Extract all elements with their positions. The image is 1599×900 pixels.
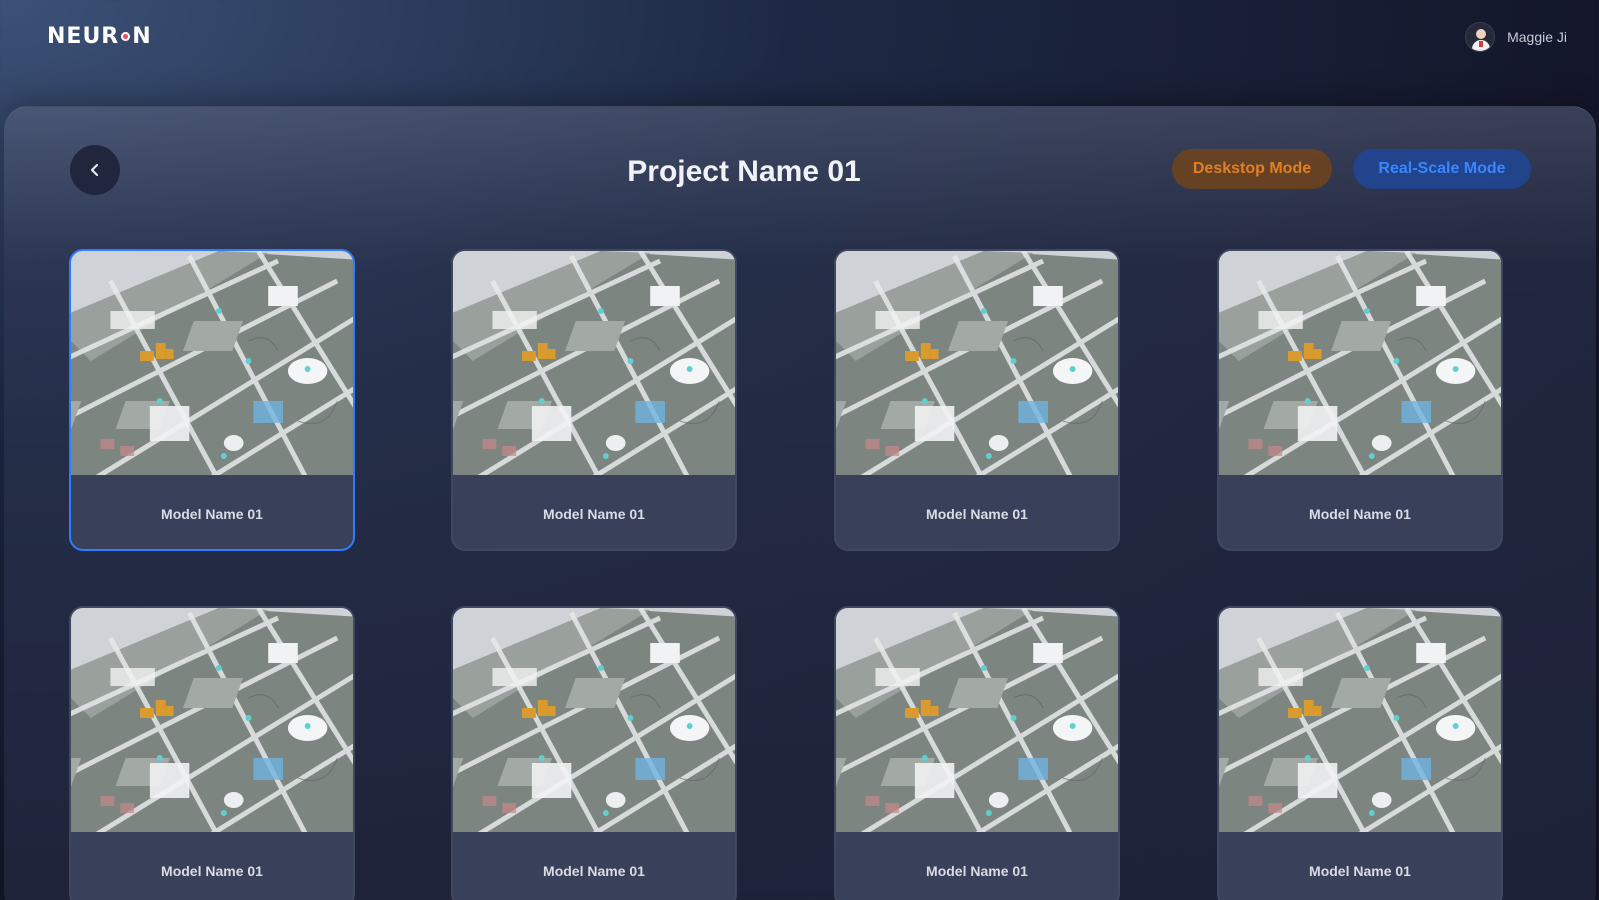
model-card[interactable]: Model Name 01 — [451, 606, 737, 900]
logo-text-right: N — [132, 24, 152, 49]
model-card[interactable]: Model Name 01 — [1217, 606, 1503, 900]
model-card[interactable]: Model Name 01 — [69, 249, 355, 551]
model-thumbnail — [453, 608, 735, 832]
model-card[interactable]: Model Name 01 — [451, 249, 737, 551]
model-thumbnail — [1219, 251, 1501, 475]
user-menu[interactable]: Maggie Ji — [1465, 22, 1567, 52]
model-card[interactable]: Model Name 01 — [834, 249, 1120, 551]
neuron-logo[interactable]: NEUR N — [47, 24, 152, 49]
model-card[interactable]: Model Name 01 — [1217, 249, 1503, 551]
logo-text-left: NEUR — [47, 24, 120, 49]
model-thumbnail — [71, 251, 353, 475]
model-name-label: Model Name 01 — [543, 863, 645, 879]
model-name-label: Model Name 01 — [926, 863, 1028, 879]
model-thumbnail — [836, 251, 1118, 475]
real-scale-mode-button[interactable]: Real-Scale Mode — [1353, 149, 1531, 189]
model-name-label: Model Name 01 — [1309, 863, 1411, 879]
model-thumbnail — [453, 251, 735, 475]
model-card[interactable]: Model Name 01 — [69, 606, 355, 900]
model-name-label: Model Name 01 — [161, 863, 263, 879]
model-name-label: Model Name 01 — [926, 506, 1028, 522]
model-thumbnail — [71, 608, 353, 832]
avatar[interactable] — [1465, 22, 1496, 52]
model-name-label: Model Name 01 — [543, 506, 645, 522]
model-thumbnail — [836, 608, 1118, 832]
model-name-label: Model Name 01 — [161, 506, 263, 522]
user-name: Maggie Ji — [1507, 29, 1567, 45]
model-thumbnail — [1219, 608, 1501, 832]
logo-dot-icon — [121, 32, 131, 41]
desktop-mode-button[interactable]: Deskstop Mode — [1172, 149, 1332, 189]
model-card[interactable]: Model Name 01 — [834, 606, 1120, 900]
model-name-label: Model Name 01 — [1309, 506, 1411, 522]
top-bar: NEUR N Maggie Ji — [0, 0, 1599, 80]
